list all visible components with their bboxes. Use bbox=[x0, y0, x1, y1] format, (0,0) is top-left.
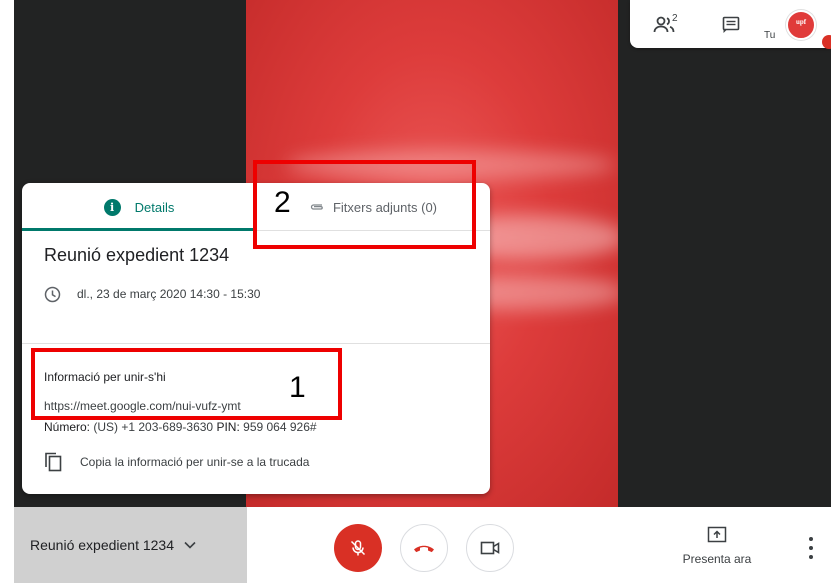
camera-icon bbox=[480, 541, 500, 555]
pin-value: 959 064 926# bbox=[243, 420, 317, 434]
more-vert-icon bbox=[809, 546, 813, 550]
mic-off-icon bbox=[350, 540, 366, 556]
microphone-toggle-button[interactable] bbox=[334, 524, 382, 572]
phone-number: (US) +1 203-689-3630 bbox=[93, 420, 214, 434]
hangup-button[interactable] bbox=[400, 524, 448, 572]
tab-details[interactable]: i Details bbox=[22, 183, 256, 231]
self-avatar[interactable]: upf bbox=[786, 10, 816, 40]
phone-label: Número: bbox=[44, 420, 91, 434]
copy-join-info-button[interactable]: Copia la informació per unir-se a la tru… bbox=[44, 451, 309, 473]
copy-join-info-label: Copia la informació per unir-se a la tru… bbox=[80, 455, 310, 469]
meeting-details-toggle[interactable]: Reunió expedient 1234 bbox=[14, 507, 247, 583]
datetime-text: dl., 23 de març 2020 14:30 - 15:30 bbox=[77, 287, 261, 301]
more-options-button[interactable] bbox=[804, 537, 818, 559]
annotation-number: 1 bbox=[289, 371, 306, 404]
meeting-name-label: Reunió expedient 1234 bbox=[30, 537, 175, 553]
hangup-icon bbox=[414, 545, 434, 553]
meeting-title: Reunió expedient 1234 bbox=[44, 245, 230, 265]
present-now-label: Presenta ara bbox=[682, 552, 752, 566]
call-controls-bar: Reunió expedient 1234 Presenta ara bbox=[14, 507, 831, 583]
chat-button[interactable] bbox=[718, 12, 744, 38]
pin-label: PIN: bbox=[216, 420, 240, 434]
self-label: Tu bbox=[764, 30, 776, 41]
annotation-number: 2 bbox=[274, 186, 291, 219]
present-now-button[interactable]: Presenta ara bbox=[672, 523, 762, 573]
tab-details-label: Details bbox=[134, 199, 175, 215]
info-icon: i bbox=[103, 198, 121, 216]
chevron-down-icon bbox=[184, 541, 196, 549]
top-right-controls: 2 Tu upf bbox=[630, 0, 831, 49]
participants-count: 2 bbox=[672, 13, 678, 24]
more-vert-icon bbox=[809, 537, 813, 541]
chat-icon bbox=[722, 16, 740, 33]
meeting-datetime: dl., 23 de març 2020 14:30 - 15:30 bbox=[44, 284, 260, 304]
camera-toggle-button[interactable] bbox=[466, 524, 514, 572]
clock-icon bbox=[44, 286, 61, 303]
copy-icon bbox=[44, 452, 62, 472]
avatar-logo-text: upf bbox=[795, 18, 807, 26]
mic-off-badge-icon bbox=[822, 35, 831, 49]
present-screen-icon bbox=[707, 523, 727, 545]
more-vert-icon bbox=[809, 555, 813, 559]
dial-in-info: Número: (US) +1 203-689-3630 PIN: 959 06… bbox=[44, 420, 317, 434]
active-tab-indicator bbox=[22, 228, 256, 231]
divider bbox=[22, 343, 490, 344]
